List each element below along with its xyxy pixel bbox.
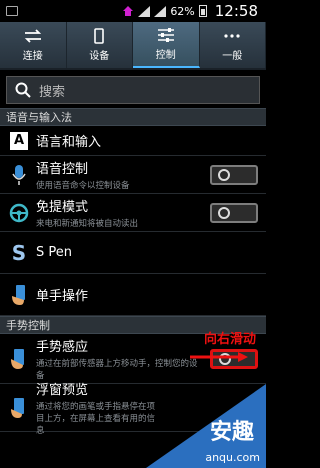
tab-bar: 连接 设备 控制 一般 bbox=[0, 22, 266, 70]
one-hand-icon bbox=[12, 284, 25, 305]
gesture-hand-icon bbox=[11, 348, 24, 369]
tab-controls[interactable]: 控制 bbox=[133, 22, 200, 68]
list-item-s-pen[interactable]: S S Pen bbox=[0, 232, 266, 274]
home-icon bbox=[123, 6, 134, 16]
item-description: 通过将您的画笔或手指悬停在项目上方，在屏幕上查看有用的信息 bbox=[36, 402, 156, 436]
item-title: S Pen bbox=[36, 245, 72, 260]
more-icon bbox=[224, 34, 240, 38]
clock: 12:58 bbox=[214, 2, 258, 20]
watermark-url: anqu.com bbox=[205, 451, 260, 464]
tab-general[interactable]: 一般 bbox=[200, 22, 266, 68]
cell-signal-icon bbox=[154, 5, 167, 17]
tab-label: 设备 bbox=[89, 51, 110, 62]
swipe-right-annotation: 向右滑动 bbox=[203, 332, 256, 347]
search-placeholder: 搜索 bbox=[39, 84, 66, 100]
list-item-hands-free[interactable]: 免提模式 来电和新通知将被自动读出 bbox=[0, 194, 266, 232]
section-header: 语音与输入法 bbox=[0, 108, 266, 126]
hands-free-toggle[interactable] bbox=[210, 202, 258, 223]
tab-label: 连接 bbox=[22, 51, 43, 62]
list-item-one-hand[interactable]: 单手操作 bbox=[0, 274, 266, 316]
item-title: 单手操作 bbox=[36, 289, 89, 304]
tab-connections[interactable]: 连接 bbox=[0, 22, 67, 68]
air-view-icon bbox=[11, 397, 24, 418]
sliders-icon bbox=[157, 28, 174, 42]
item-title: 手势感应 bbox=[36, 340, 89, 355]
tab-label: 控制 bbox=[155, 50, 176, 61]
tab-label: 一般 bbox=[222, 51, 243, 62]
battery-icon bbox=[198, 5, 207, 17]
s-pen-icon: S bbox=[11, 240, 27, 265]
voice-control-toggle[interactable] bbox=[210, 164, 258, 185]
tab-device[interactable]: 设备 bbox=[67, 22, 133, 68]
microphone-icon bbox=[12, 164, 26, 185]
status-bar: 62% 12:58 bbox=[0, 0, 266, 22]
watermark: 安趣 anqu.com bbox=[146, 384, 266, 468]
steering-wheel-icon bbox=[9, 203, 29, 222]
item-description: 来电和新通知将被自动读出 bbox=[36, 219, 139, 229]
search-icon bbox=[15, 82, 31, 98]
battery-percent: 62% bbox=[170, 4, 195, 18]
item-title: 浮窗预览 bbox=[36, 383, 89, 398]
list-item-language-input[interactable]: A 语言和输入 bbox=[0, 126, 266, 156]
arrow-right-icon bbox=[190, 352, 248, 362]
search-input[interactable]: 搜索 bbox=[6, 76, 260, 104]
item-title: 免提模式 bbox=[36, 200, 89, 215]
item-title: 语言和输入 bbox=[36, 135, 102, 150]
phone-icon bbox=[94, 28, 105, 44]
notification-icon bbox=[6, 6, 18, 16]
item-description: 使用语音命令以控制设备 bbox=[36, 181, 130, 191]
item-description: 通过在前部传感器上方移动手，控制您的设备 bbox=[36, 359, 198, 381]
language-icon: A bbox=[10, 131, 28, 150]
arrows-icon bbox=[24, 29, 41, 43]
list-item-voice-control[interactable]: 语音控制 使用语音命令以控制设备 bbox=[0, 156, 266, 194]
item-title: 语音控制 bbox=[36, 162, 89, 177]
watermark-text: 安趣 bbox=[209, 420, 254, 445]
wifi-signal-icon bbox=[138, 5, 151, 17]
